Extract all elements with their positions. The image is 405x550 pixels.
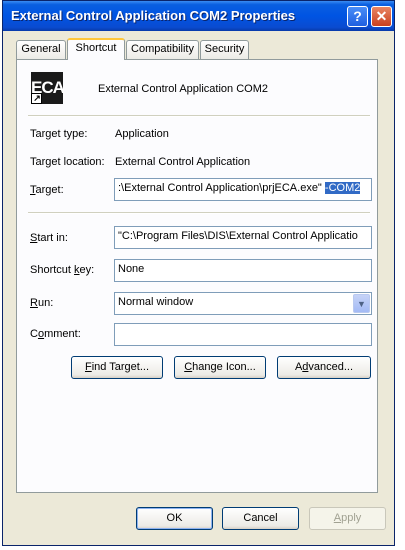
close-button[interactable]: ✕ xyxy=(371,6,392,27)
ok-button[interactable]: OK xyxy=(136,507,213,530)
tab-general[interactable]: General xyxy=(16,40,66,59)
target-input[interactable]: :\External Control Application\prjECA.ex… xyxy=(114,178,372,201)
shortcut-key-label-pre: Shortcut xyxy=(30,264,75,276)
change-icon-label: hange Icon... xyxy=(192,361,256,373)
comment-input[interactable] xyxy=(114,323,372,346)
title-bar[interactable]: External Control Application COM2 Proper… xyxy=(3,1,394,31)
find-target-button[interactable]: Find Target... xyxy=(71,356,163,379)
run-label-rest: un: xyxy=(37,297,54,309)
change-icon-button[interactable]: Change Icon... xyxy=(174,356,266,379)
divider xyxy=(28,212,370,214)
shortcut-key-label-rest: ey: xyxy=(79,264,95,276)
apply-label: pply xyxy=(341,512,362,524)
comment-label-pre: C xyxy=(30,328,38,340)
shortcut-key-input[interactable]: None xyxy=(114,259,372,282)
start-in-input[interactable]: "C:\Program Files\DIS\External Control A… xyxy=(114,226,372,249)
chevron-down-icon[interactable]: ▼ xyxy=(353,294,370,313)
target-selected-text: -COM2 xyxy=(324,182,361,194)
target-location-value: External Control Application xyxy=(115,156,251,168)
target-label: Target: xyxy=(30,184,64,196)
cancel-button[interactable]: Cancel xyxy=(222,507,299,530)
target-location-label: Target location: xyxy=(30,156,105,168)
tab-compatibility[interactable]: Compatibility xyxy=(126,40,199,59)
application-icon: ECA ↗ xyxy=(31,72,65,104)
apply-button[interactable]: Apply xyxy=(309,507,386,530)
run-label: Run: xyxy=(30,297,53,309)
comment-label: Comment: xyxy=(30,328,81,340)
start-in-label: Start in: xyxy=(30,232,68,244)
advanced-button[interactable]: Advanced... xyxy=(277,356,371,379)
target-label-rest: arget: xyxy=(35,184,64,196)
window-title: External Control Application COM2 Proper… xyxy=(11,8,296,23)
target-type-value: Application xyxy=(115,128,169,140)
tab-security[interactable]: Security xyxy=(200,40,249,59)
start-in-label-rest: tart in: xyxy=(37,232,68,244)
apply-accesskey: A xyxy=(333,512,342,524)
shortcut-arrow-icon: ↗ xyxy=(31,93,42,104)
shortcut-key-label: Shortcut key: xyxy=(30,264,94,276)
find-target-label: ind Target... xyxy=(91,361,149,373)
divider xyxy=(28,115,370,117)
comment-label-rest: mment: xyxy=(44,328,81,340)
tab-shortcut[interactable]: Shortcut xyxy=(67,38,125,60)
target-value: :\External Control Application\prjECA.ex… xyxy=(118,182,325,194)
change-icon-accesskey: C xyxy=(184,361,193,373)
advanced-label: vanced... xyxy=(308,361,354,373)
help-button[interactable]: ? xyxy=(347,6,368,27)
find-target-accesskey: F xyxy=(84,361,92,373)
run-select[interactable]: Normal window ▼ xyxy=(114,292,372,315)
run-accesskey: R xyxy=(30,297,38,309)
shortcut-name: External Control Application COM2 xyxy=(98,83,268,95)
run-selected-value: Normal window xyxy=(118,296,194,308)
target-type-label: Target type: xyxy=(30,128,88,140)
